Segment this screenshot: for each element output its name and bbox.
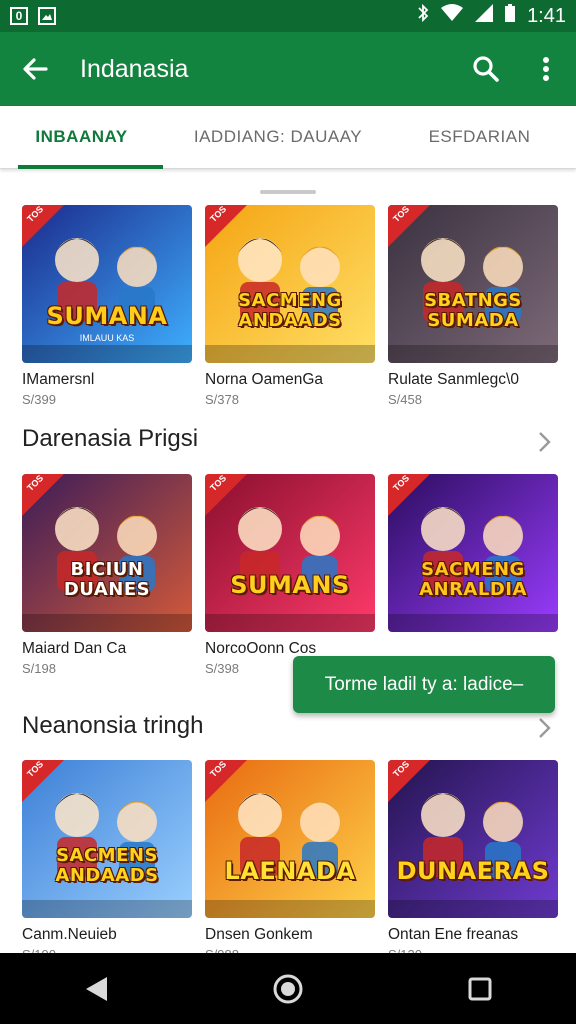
search-icon — [473, 56, 499, 82]
wifi-icon — [441, 4, 464, 28]
nav-home-button[interactable] — [258, 959, 318, 1019]
game-logo-text: LAENADA — [224, 857, 356, 885]
game-card[interactable]: TOS SUMANS NorcoOonn Cos S/398 — [205, 474, 375, 676]
tab-bar: INBAANAY IADDIANG: DAUAAY ESFDARIAN — [0, 106, 576, 169]
game-logo-text: SACMENG ANDAADS — [238, 290, 342, 331]
game-card[interactable]: TOS BICIUN DUANES Maiard Dan Ca S/198 — [22, 474, 192, 676]
nav-back-button[interactable] — [66, 959, 126, 1019]
triangle-back-icon — [86, 976, 107, 1001]
game-thumbnail[interactable]: TOS DUNAERAS — [388, 760, 558, 918]
tab-iaddiang-dauaay[interactable]: IADDIANG: DAUAAY — [163, 106, 393, 168]
status-bar: 0 1:41 — [0, 0, 576, 32]
drag-handle[interactable] — [260, 190, 316, 194]
game-thumbnail[interactable]: TOS SUMANS — [205, 474, 375, 632]
game-thumbnail[interactable]: TOS SACMENS ANDAADS — [22, 760, 192, 918]
game-logo-text: SACMENS ANDAADS — [55, 845, 159, 886]
game-card[interactable]: TOS SUMANA IMLAUU KAS IMamersnl S/399 — [22, 205, 192, 407]
overflow-menu-button[interactable] — [516, 32, 576, 106]
search-button[interactable] — [456, 32, 516, 106]
square-recents-icon — [468, 977, 492, 1000]
game-logo-text: DUNAERAS — [396, 857, 550, 885]
game-price: S/399 — [22, 392, 56, 407]
tab-inbaanay[interactable]: INBAANAY — [0, 106, 163, 169]
game-card[interactable]: TOS SACMENS ANDAADS Canm.Neuieb S/190 — [22, 760, 192, 962]
tab-esfdarian[interactable]: ESFDARIAN — [393, 106, 566, 168]
page-title: Indanasia — [80, 54, 189, 83]
game-thumbnail[interactable]: TOS SUMANA IMLAUU KAS — [22, 205, 192, 363]
bluetooth-icon — [417, 3, 429, 29]
game-thumbnail[interactable]: TOS LAENADA — [205, 760, 375, 918]
image-icon — [38, 7, 56, 25]
game-logo-text: SACMENG ANRALDIA — [419, 559, 527, 600]
back-button[interactable] — [0, 32, 70, 106]
game-thumbnail[interactable]: TOS SACMENG ANRALDIA — [388, 474, 558, 632]
game-name: Canm.Neuieb — [22, 926, 117, 943]
game-price: S/378 — [205, 392, 239, 407]
game-price: S/458 — [388, 392, 422, 407]
circle-home-icon — [273, 974, 303, 1003]
game-logo-text: SUMANS — [230, 571, 350, 599]
clock-time: 1:41 — [527, 4, 566, 27]
chevron-right-icon[interactable] — [532, 715, 558, 741]
game-name: IMamersnl — [22, 371, 95, 388]
navigation-bar — [0, 953, 576, 1024]
game-logo-subtitle: IMLAUU KAS — [79, 333, 135, 343]
notification-count-icon: 0 — [10, 7, 28, 25]
section-title-darenasia: Darenasia Prigsi — [22, 425, 199, 452]
chevron-right-icon[interactable] — [532, 429, 558, 455]
game-logo-text: SBATNGS SUMADA — [424, 290, 522, 331]
game-card[interactable]: TOS SBATNGS SUMADA Rulate Sanmlegc\0 S/4… — [388, 205, 558, 407]
game-card[interactable]: TOS SACMENG ANDAADS Norna OamenGa S/378 — [205, 205, 375, 407]
arrow-back-icon — [23, 58, 48, 80]
more-vert-icon — [543, 57, 549, 81]
nav-recents-button[interactable] — [450, 959, 510, 1019]
game-logo-text: SUMANA — [46, 302, 168, 330]
game-name: Ontan Ene freanas — [388, 926, 519, 943]
game-name: Rulate Sanmlegc\0 — [388, 371, 519, 388]
game-name: Maiard Dan Ca — [22, 640, 127, 657]
battery-icon — [505, 4, 516, 28]
game-price: S/198 — [22, 661, 56, 676]
game-card[interactable]: TOS SACMENG ANRALDIA — [388, 474, 558, 640]
section-title-neanonsia: Neanonsia tringh — [22, 712, 204, 739]
game-thumbnail[interactable]: TOS SACMENG ANDAADS — [205, 205, 375, 363]
toast-message[interactable]: Torme ladil ty a: ladice– — [293, 656, 555, 713]
game-card[interactable]: TOS LAENADA Dnsen Gonkem S/988 — [205, 760, 375, 962]
signal-icon — [475, 4, 494, 28]
game-name: Norna OamenGa — [205, 371, 324, 388]
app-bar: Indanasia — [0, 32, 576, 106]
game-thumbnail[interactable]: TOS BICIUN DUANES — [22, 474, 192, 632]
game-card[interactable]: TOS DUNAERAS Ontan Ene freanas S/120 — [388, 760, 558, 962]
game-thumbnail[interactable]: TOS SBATNGS SUMADA — [388, 205, 558, 363]
game-logo-text: BICIUN DUANES — [63, 559, 151, 600]
game-name: Dnsen Gonkem — [205, 926, 313, 943]
